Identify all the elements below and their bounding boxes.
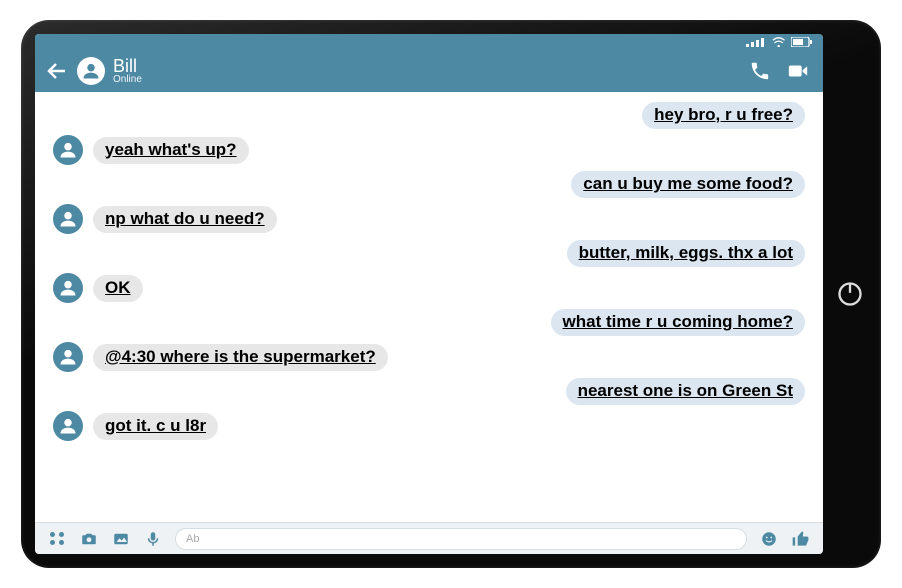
message-bubble[interactable]: butter, milk, eggs. thx a lot (567, 240, 805, 267)
message-row: yeah what's up? (53, 135, 805, 165)
message-row: hey bro, r u free? (53, 102, 805, 129)
mic-button[interactable] (143, 529, 163, 549)
message-bubble[interactable]: can u buy me some food? (571, 171, 805, 198)
sender-avatar[interactable] (53, 204, 83, 234)
sender-avatar[interactable] (53, 273, 83, 303)
message-row: can u buy me some food? (53, 171, 805, 198)
message-bubble[interactable]: @4:30 where is the supermarket? (93, 344, 388, 371)
apps-button[interactable] (47, 529, 67, 549)
sender-avatar[interactable] (53, 411, 83, 441)
signal-icon (746, 37, 766, 47)
gallery-button[interactable] (111, 529, 131, 549)
voice-call-button[interactable] (745, 56, 775, 86)
sender-avatar[interactable] (53, 342, 83, 372)
tablet-frame: Bill Online hey bro, r u free? yeah what'… (21, 20, 881, 568)
message-placeholder: Ab (186, 533, 199, 545)
contact-avatar[interactable] (77, 57, 105, 85)
camera-button[interactable] (79, 529, 99, 549)
message-row: what time r u coming home? (53, 309, 805, 336)
message-row: @4:30 where is the supermarket? (53, 342, 805, 372)
input-bar: Ab (35, 522, 823, 554)
screen: Bill Online hey bro, r u free? yeah what'… (35, 34, 823, 554)
status-bar (35, 34, 823, 50)
message-bubble[interactable]: got it. c u l8r (93, 413, 218, 440)
message-bubble[interactable]: np what do u need? (93, 206, 277, 233)
message-bubble[interactable]: OK (93, 275, 143, 302)
power-button[interactable] (835, 279, 865, 309)
contact-status: Online (113, 75, 142, 85)
message-bubble[interactable]: nearest one is on Green St (566, 378, 805, 405)
chat-header: Bill Online (35, 50, 823, 92)
sender-avatar[interactable] (53, 135, 83, 165)
like-button[interactable] (791, 529, 811, 549)
battery-icon (791, 37, 813, 47)
back-button[interactable] (45, 59, 69, 83)
contact-name: Bill (113, 57, 142, 75)
wifi-icon (772, 37, 785, 47)
message-row: np what do u need? (53, 204, 805, 234)
emoji-button[interactable] (759, 529, 779, 549)
video-call-button[interactable] (783, 56, 813, 86)
message-bubble[interactable]: what time r u coming home? (551, 309, 805, 336)
message-row: got it. c u l8r (53, 411, 805, 441)
message-input[interactable]: Ab (175, 528, 747, 550)
message-row: nearest one is on Green St (53, 378, 805, 405)
contact-info[interactable]: Bill Online (113, 57, 142, 85)
message-list[interactable]: hey bro, r u free? yeah what's up? can u b… (35, 92, 823, 522)
message-row: butter, milk, eggs. thx a lot (53, 240, 805, 267)
message-bubble[interactable]: yeah what's up? (93, 137, 249, 164)
message-row: OK (53, 273, 805, 303)
message-bubble[interactable]: hey bro, r u free? (642, 102, 805, 129)
